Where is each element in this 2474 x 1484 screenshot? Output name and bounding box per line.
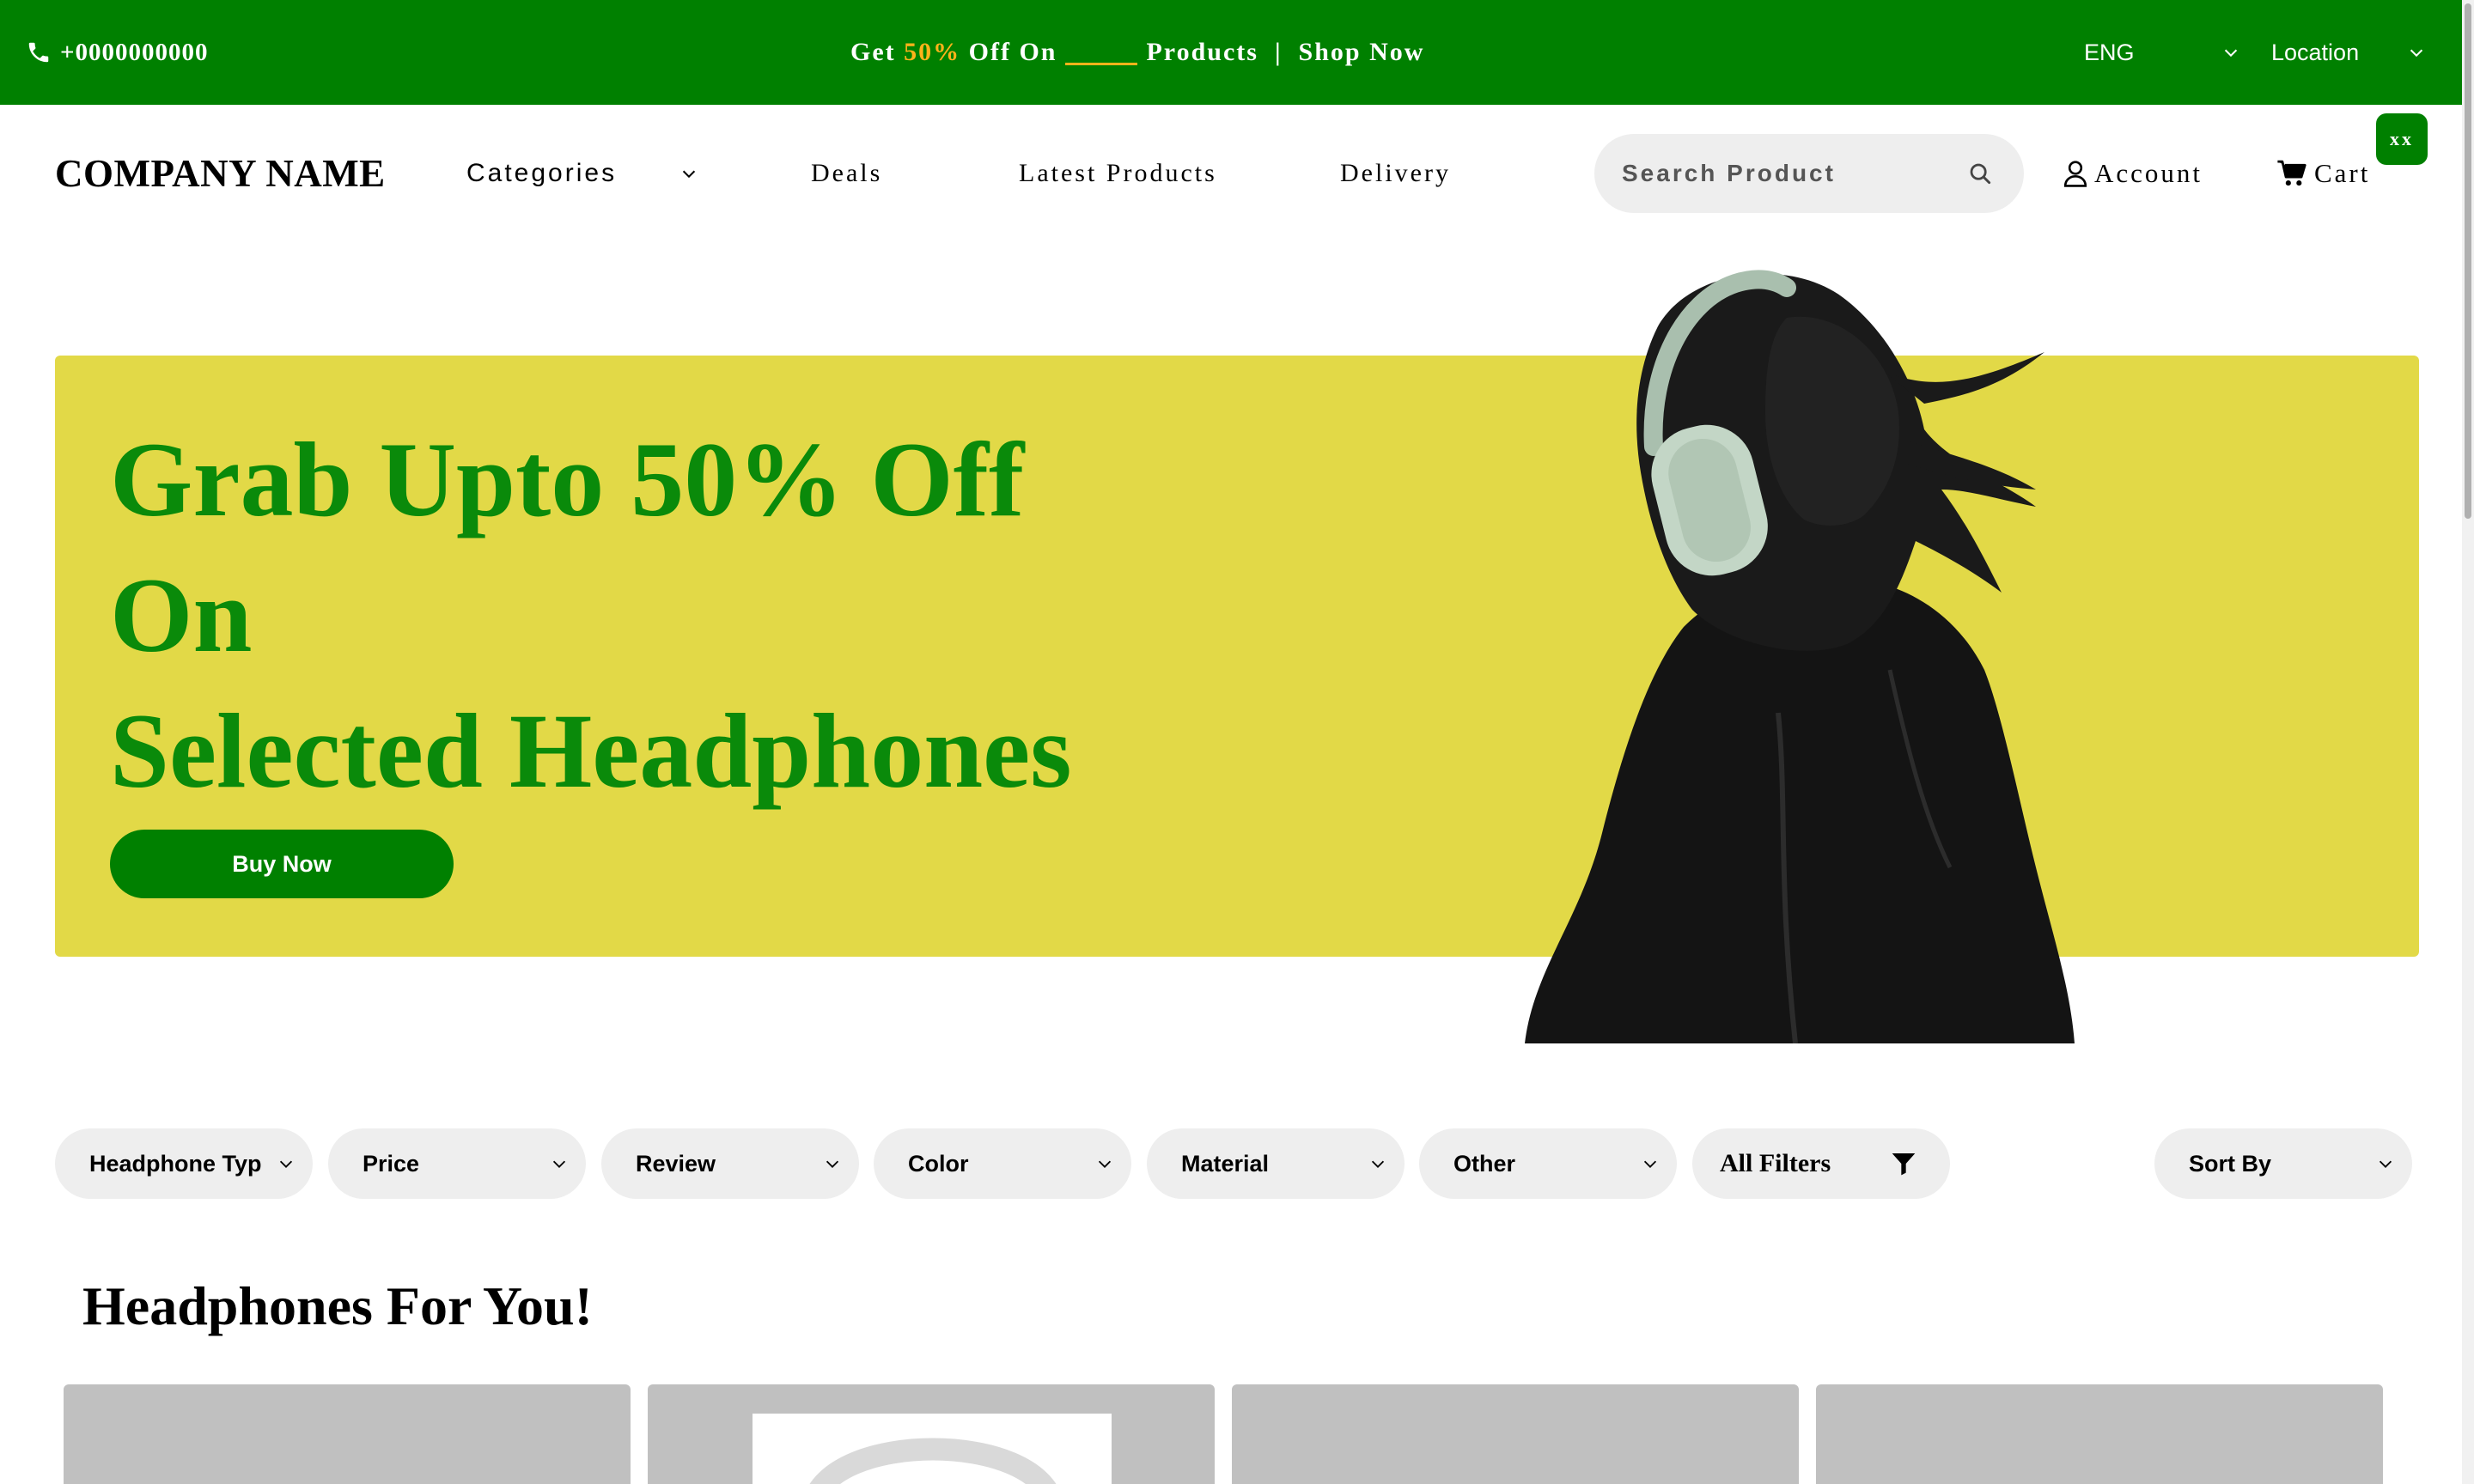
filter-review[interactable]: Review: [601, 1128, 859, 1199]
user-icon: [2063, 161, 2087, 187]
filter-material[interactable]: Material: [1147, 1128, 1405, 1199]
nav-delivery[interactable]: Delivery: [1340, 156, 1451, 191]
product-card[interactable]: [1816, 1384, 2383, 1484]
search-bar: [1594, 134, 2024, 213]
product-image: [261, 1470, 433, 1484]
nav-categories[interactable]: Categories: [466, 156, 698, 191]
product-card[interactable]: [648, 1384, 1215, 1484]
shop-now-link[interactable]: Shop Now: [1299, 38, 1425, 67]
hero-heading-line-1: Grab Upto 50% Off: [110, 421, 1025, 538]
filter-label: Material: [1181, 1150, 1270, 1177]
promo-banner: Get 50% Off On Products | Shop Now: [850, 33, 1424, 72]
location-value: Location: [2271, 39, 2360, 65]
nav-latest-products[interactable]: Latest Products: [1019, 156, 1217, 191]
filter-color[interactable]: Color: [874, 1128, 1131, 1199]
filter-other[interactable]: Other: [1419, 1128, 1677, 1199]
company-logo[interactable]: COMPANY NAME: [55, 151, 386, 196]
product-image: [2031, 1470, 2168, 1484]
cart-count-badge: xx: [2376, 113, 2428, 165]
phone-contact[interactable]: +0000000000: [26, 33, 209, 72]
language-value: ENG: [2084, 39, 2135, 65]
language-select[interactable]: ENG: [2084, 33, 2240, 72]
chevron-down-icon: [1098, 1160, 1112, 1168]
filter-price[interactable]: Price: [328, 1128, 586, 1199]
chevron-down-icon: [1371, 1160, 1385, 1168]
filter-label: Review: [636, 1150, 716, 1177]
top-announcement-bar: +0000000000 Get 50% Off On Products | Sh…: [0, 0, 2462, 105]
promo-separator: |: [1258, 38, 1299, 66]
promo-percent: 50%: [904, 38, 961, 66]
hero-model-image: [1525, 270, 2075, 1043]
cart-link[interactable]: Cart: [2276, 155, 2370, 192]
promo-products: Products: [1146, 38, 1258, 66]
filter-label: Other: [1453, 1150, 1516, 1177]
filter-label: Price: [363, 1150, 420, 1177]
products-section-title: Headphones For You!: [82, 1275, 593, 1336]
phone-icon: [28, 42, 49, 63]
product-card[interactable]: [64, 1384, 631, 1484]
chevron-down-icon: [552, 1160, 566, 1168]
phone-number: +0000000000: [60, 38, 209, 66]
chevron-down-icon: [2410, 49, 2423, 58]
chevron-down-icon: [682, 170, 696, 179]
filter-label: All Filters: [1720, 1149, 1831, 1177]
buy-now-button[interactable]: Buy Now: [110, 830, 454, 898]
product-image: [1472, 1470, 1558, 1484]
chevron-down-icon: [826, 1160, 839, 1168]
hero-heading-line-3: Selected Headphones: [110, 692, 1072, 810]
product-card[interactable]: [1232, 1384, 1799, 1484]
filter-label: Color: [908, 1150, 969, 1177]
chevron-down-icon: [2224, 49, 2238, 58]
promo-get: Get: [850, 38, 905, 66]
promo-off-on: Off On: [960, 38, 1057, 66]
hero-heading-line-2: On: [110, 556, 253, 674]
promo-blank-line: [1065, 40, 1138, 65]
location-select[interactable]: Location: [2271, 33, 2426, 72]
product-image: [753, 1414, 1112, 1484]
nav-categories-label: Categories: [466, 159, 618, 187]
filter-headphone-type[interactable]: Headphone Type: [55, 1128, 313, 1199]
chevron-down-icon: [2379, 1160, 2392, 1168]
account-link[interactable]: Account: [2062, 155, 2203, 192]
sort-by-label: Sort By: [2189, 1150, 2272, 1177]
cart-icon: [2277, 160, 2306, 186]
search-icon[interactable]: [1967, 161, 1993, 186]
cart-label: Cart: [2314, 158, 2371, 188]
chevron-down-icon: [279, 1160, 293, 1168]
filter-label: Headphone Type: [89, 1150, 261, 1177]
funnel-icon: [1892, 1153, 1916, 1176]
nav-deals[interactable]: Deals: [811, 156, 882, 191]
scrollbar-thumb[interactable]: [2465, 3, 2471, 519]
page-scrollbar[interactable]: [2462, 0, 2474, 1484]
hero-heading: Grab Upto 50% Off On Selected Headphones: [110, 412, 1227, 819]
chevron-down-icon: [1643, 1160, 1657, 1168]
filter-all-filters[interactable]: All Filters: [1692, 1128, 1950, 1199]
search-input[interactable]: [1622, 160, 1948, 187]
account-label: Account: [2094, 158, 2203, 188]
sort-by-select[interactable]: Sort By: [2154, 1128, 2412, 1199]
